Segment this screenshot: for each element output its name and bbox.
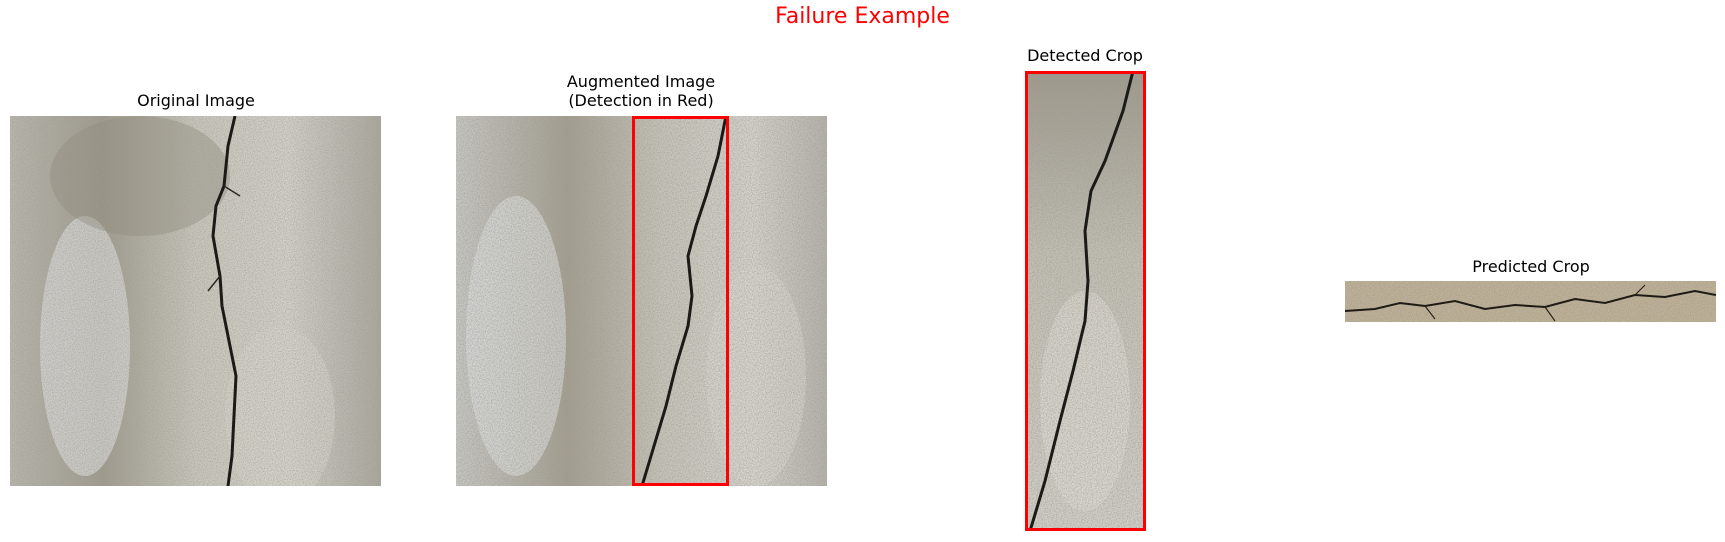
original-image [10, 116, 381, 486]
detected-crop-title: Detected Crop [1027, 46, 1143, 65]
detected-crop-border [1025, 71, 1146, 531]
original-image-title: Original Image [137, 91, 255, 110]
augmented-image-title: Augmented Image (Detection in Red) [566, 72, 716, 110]
predicted-crop-title: Predicted Crop [1472, 257, 1590, 276]
detection-box [632, 116, 729, 486]
predicted-crop-image [1345, 281, 1716, 322]
figure-title: Failure Example [775, 4, 950, 29]
